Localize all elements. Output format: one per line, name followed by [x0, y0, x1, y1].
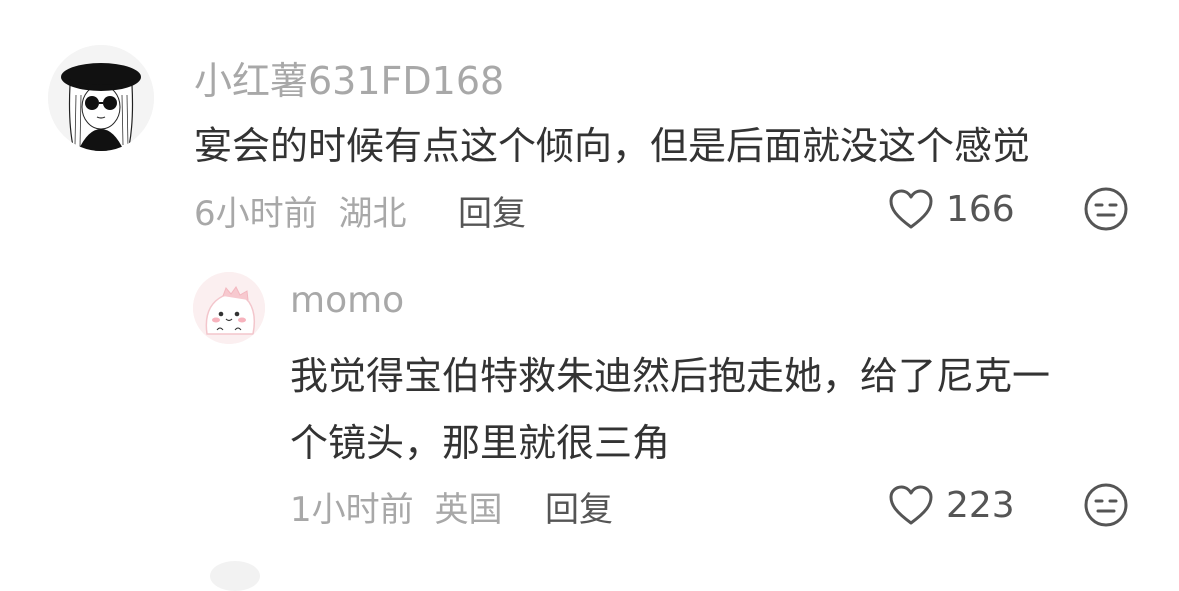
comment-meta: 1小时前 英国	[290, 482, 502, 531]
like-count: 223	[946, 484, 1015, 526]
like-count: 166	[946, 188, 1015, 230]
reply-button[interactable]: 回复	[545, 482, 613, 531]
heart-outline-icon	[889, 485, 933, 525]
username[interactable]: momo	[290, 280, 404, 321]
meh-face-icon	[1084, 187, 1128, 231]
comment-time: 1小时前	[290, 490, 414, 530]
heart-outline-icon	[889, 189, 933, 229]
girl-in-hat-sunglasses-avatar-icon	[48, 45, 154, 151]
meh-face-icon	[1084, 483, 1128, 527]
next-comment-avatar	[210, 561, 260, 591]
comment-location: 英国	[434, 490, 503, 530]
reply-button[interactable]: 回复	[458, 186, 526, 235]
like-button[interactable]: 166	[888, 186, 1015, 232]
like-button[interactable]: 223	[888, 482, 1015, 528]
comment-meta: 6小时前 湖北	[194, 186, 406, 235]
username[interactable]: 小红薯631FD168	[194, 50, 504, 105]
comment-text: 宴会的时候有点这个倾向，但是后面就没这个感觉	[194, 124, 1031, 168]
comment-text-line: 个镜头，那里就很三角	[290, 421, 671, 465]
dislike-button[interactable]	[1083, 186, 1129, 232]
dislike-button[interactable]	[1083, 482, 1129, 528]
comment-time: 6小时前	[194, 194, 318, 234]
avatar[interactable]	[193, 272, 265, 344]
pink-cartoon-avatar-icon	[193, 272, 265, 344]
comment-text-line: 我觉得宝伯特救朱迪然后抱走她，给了尼克一	[290, 354, 1051, 398]
avatar[interactable]	[48, 45, 154, 151]
comment-location: 湖北	[338, 194, 407, 234]
